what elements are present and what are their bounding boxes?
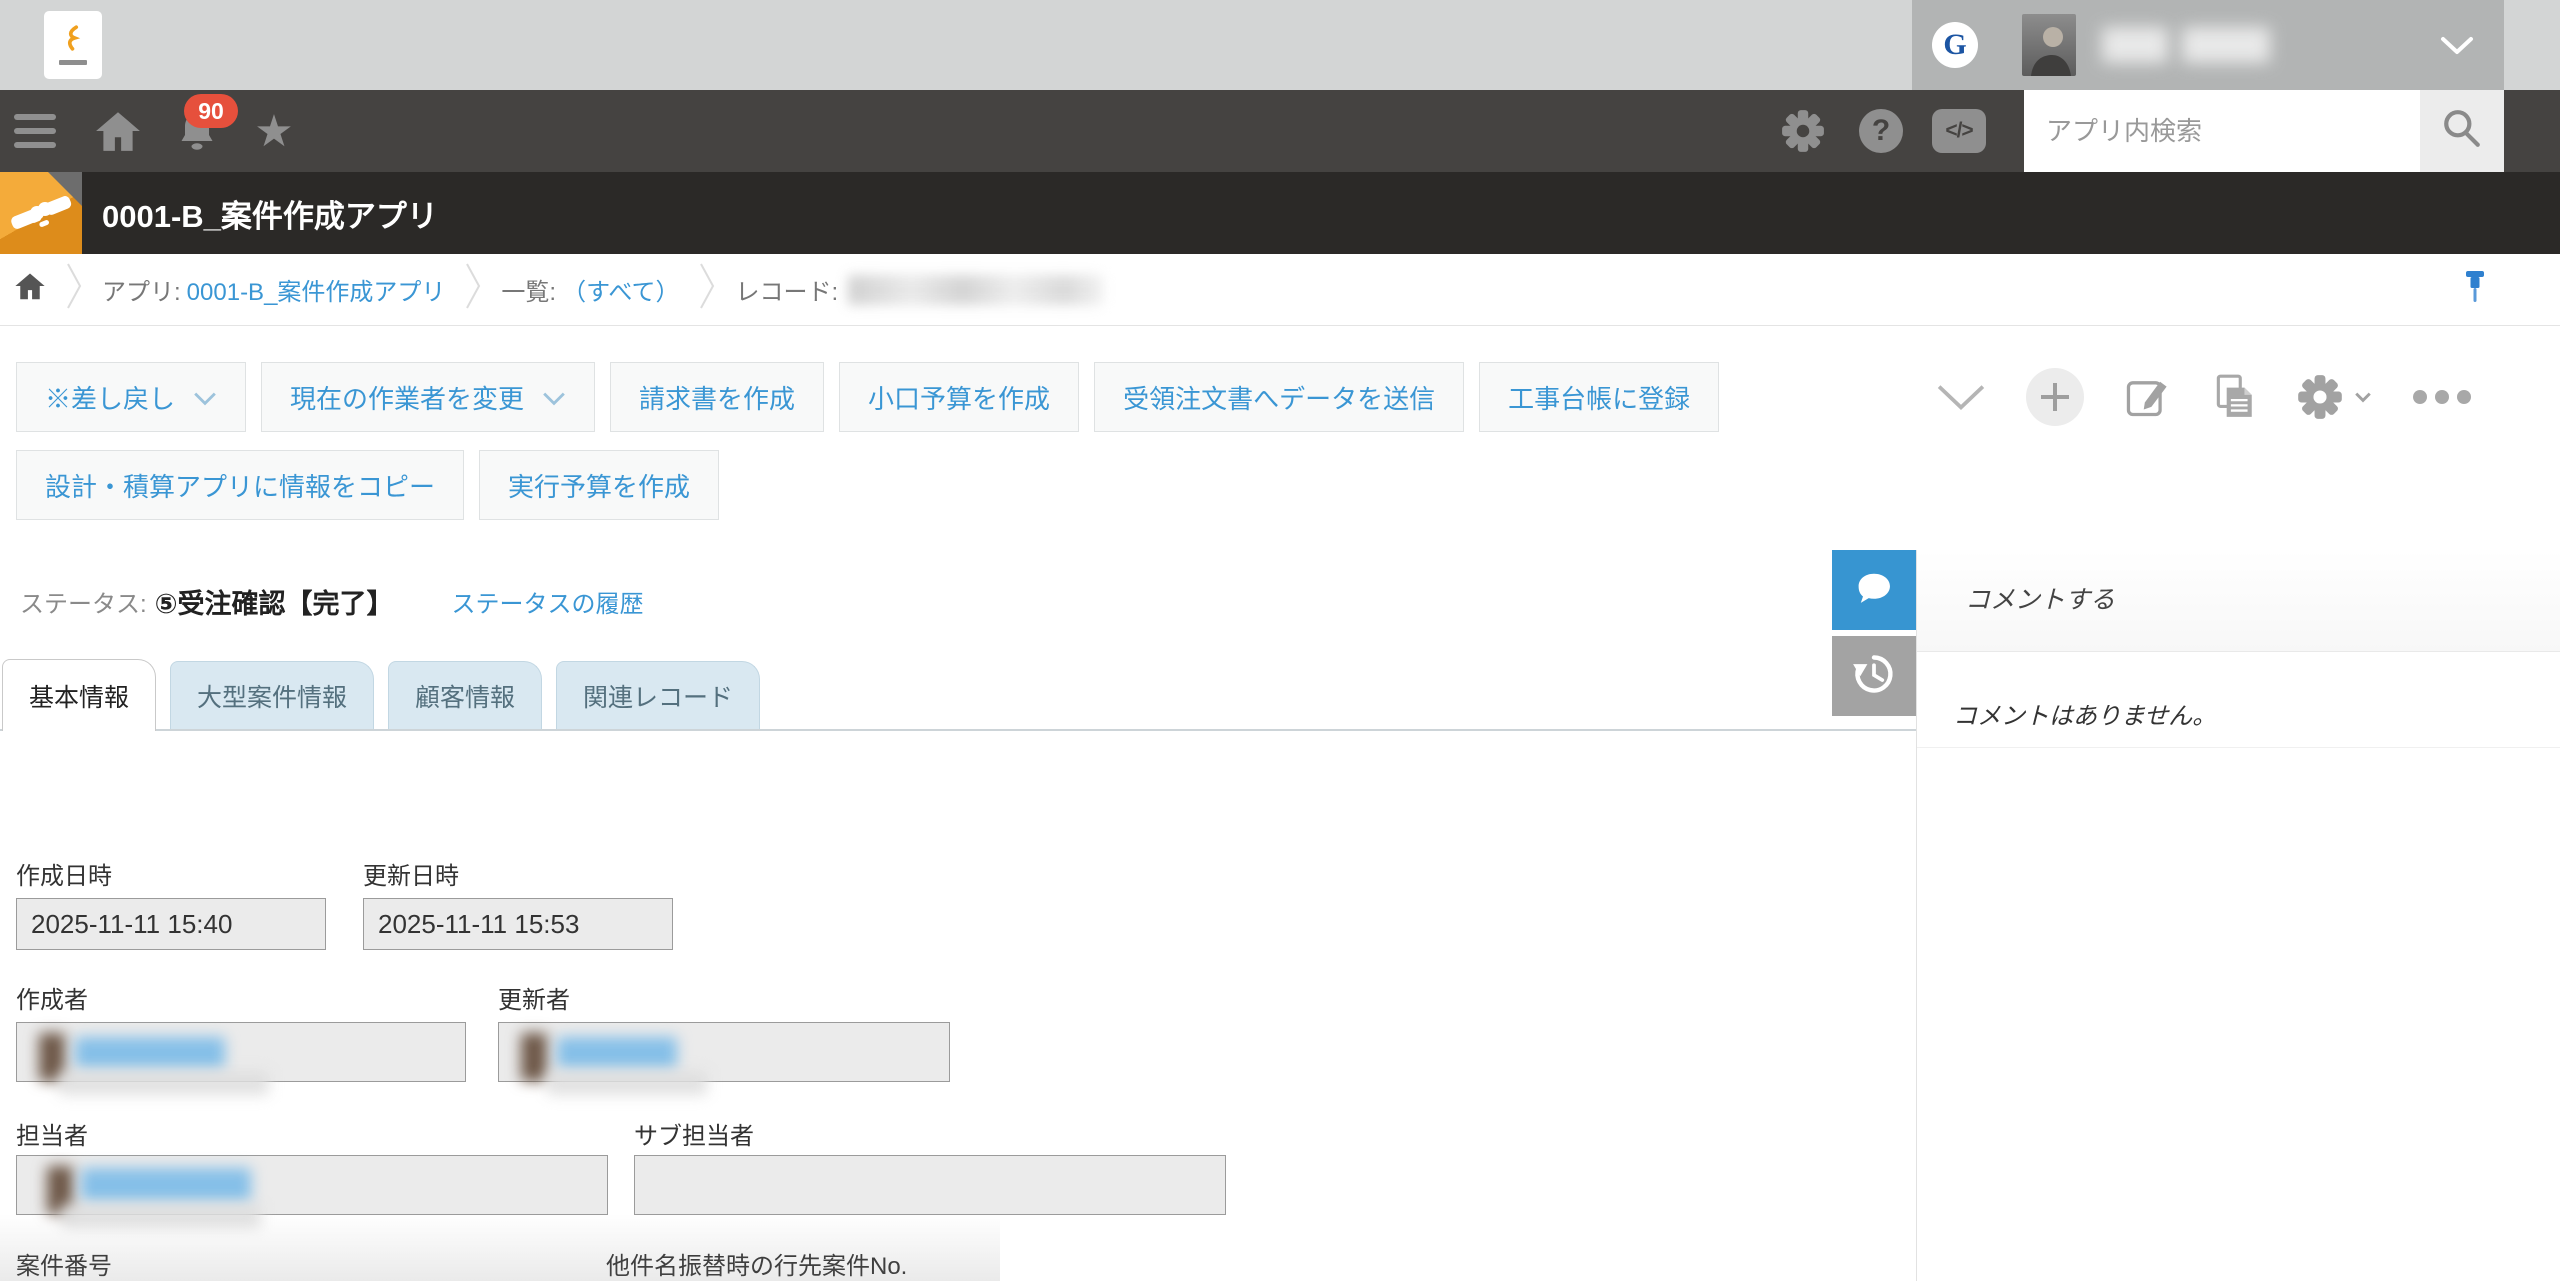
field-label-updated-datetime: 更新日時 [363, 856, 459, 891]
app-header-bar: 0001-B_案件作成アプリ [0, 172, 2560, 254]
breadcrumb: アプリ: 0001-B_案件作成アプリ 一覧: （すべて） レコード: [0, 254, 2560, 326]
hamburger-menu-icon[interactable] [12, 90, 58, 172]
app-title: 0001-B_案件作成アプリ [102, 172, 438, 254]
record-history-tab[interactable] [1832, 636, 1916, 716]
avatar [2022, 14, 2076, 76]
status-history-link[interactable]: ステータスの履歴 [452, 584, 644, 619]
breadcrumb-separator [699, 260, 715, 319]
tab-basic-info[interactable]: 基本情報 [2, 659, 156, 731]
record-settings-gear-icon[interactable] [2296, 373, 2372, 421]
duplicate-record-icon[interactable] [2211, 373, 2257, 421]
user-name-redacted[interactable] [557, 1037, 677, 1069]
tab-customer-info[interactable]: 顧客情報 [388, 661, 542, 729]
company-logo[interactable] [44, 11, 102, 79]
favorites-star-icon[interactable]: ★ [248, 90, 300, 172]
breadcrumb-separator [465, 260, 481, 319]
user-subtext-redacted [61, 1204, 261, 1228]
breadcrumb-record-label: レコード: [735, 272, 838, 307]
home-icon[interactable] [92, 90, 144, 172]
user-name-redacted[interactable] [81, 1168, 251, 1202]
field-label-sub-person-in-charge: サブ担当者 [634, 1116, 754, 1151]
comments-empty-state: コメントはありません。 [1917, 652, 2560, 748]
field-created-by [16, 1022, 466, 1082]
company-logo-icon [60, 25, 86, 56]
chevron-down-icon [2440, 36, 2474, 61]
field-label-created-datetime: 作成日時 [16, 856, 112, 891]
field-sub-person-in-charge [634, 1155, 1226, 1215]
user-menu[interactable]: G [1912, 0, 2504, 90]
field-updated-by [498, 1022, 950, 1082]
status-label: ステータス: [20, 584, 147, 619]
comments-sidebar: コメントする コメントはありません。 [1916, 550, 2560, 1281]
field-label-transfer-destination-no: 他件名振替時の行先案件No. [606, 1246, 907, 1281]
action-button-sashimodoshi[interactable]: ※差し戻し [16, 362, 246, 432]
field-label-updated-by: 更新者 [498, 980, 570, 1015]
tab-large-project-info[interactable]: 大型案件情報 [170, 661, 374, 729]
action-button-register-ledger[interactable]: 工事台帳に登録 [1479, 362, 1719, 432]
company-logo-text [59, 60, 87, 65]
user-subtext-redacted [59, 1071, 269, 1095]
breadcrumb-view-link[interactable]: （すべて） [562, 272, 679, 307]
record-toolbar [1916, 362, 2520, 432]
help-icon[interactable]: ? [1856, 90, 1906, 172]
status-row: ステータス: ⑤受注確認【完了】 ステータスの履歴 [20, 582, 644, 621]
field-person-in-charge [16, 1155, 608, 1215]
comment-compose-placeholder: コメントする [1965, 586, 2115, 614]
field-created-datetime: 2025-11-11 15:40 [16, 898, 326, 950]
field-value-updated-datetime: 2025-11-11 15:53 [364, 899, 672, 949]
action-button-change-assignee[interactable]: 現在の作業者を変更 [261, 362, 595, 432]
add-record-icon[interactable] [2026, 368, 2084, 426]
more-options-icon[interactable] [2412, 389, 2472, 405]
field-value-created-datetime: 2025-11-11 15:40 [17, 899, 325, 949]
breadcrumb-app-link[interactable]: 0001-B_案件作成アプリ [187, 272, 446, 307]
search-button[interactable] [2420, 90, 2504, 172]
notification-count-badge[interactable]: 90 [184, 94, 238, 128]
search-input[interactable] [2024, 90, 2420, 172]
chevron-down-icon [542, 382, 566, 413]
field-updated-datetime: 2025-11-11 15:53 [363, 898, 673, 950]
user-subtext-redacted [547, 1071, 707, 1095]
user-avatar-redacted [521, 1033, 547, 1081]
action-button-create-petty-budget[interactable]: 小口予算を作成 [839, 362, 1079, 432]
comments-empty-message: コメントはありません。 [1953, 703, 2216, 730]
record-tabs: 基本情報 大型案件情報 顧客情報 関連レコード [2, 659, 760, 731]
breadcrumb-view-label: 一覧: [501, 272, 556, 307]
screen: G 90 ★ ? </> [0, 0, 2560, 1281]
action-button-create-exec-budget[interactable]: 実行予算を作成 [479, 450, 719, 520]
comment-compose-area[interactable]: コメントする [1917, 550, 2560, 652]
edit-record-icon[interactable] [2123, 373, 2171, 421]
user-name-redacted [2102, 27, 2270, 63]
comments-panel-tab[interactable] [1832, 550, 1916, 630]
developer-code-icon[interactable]: </> [1930, 90, 1988, 172]
tab-related-records[interactable]: 関連レコード [556, 661, 760, 729]
search-icon [2441, 108, 2483, 155]
pin-icon[interactable] [2462, 270, 2488, 317]
history-clock-icon [1852, 652, 1896, 701]
google-account-icon: G [1932, 22, 1978, 68]
comment-bubble-icon [1852, 566, 1896, 615]
top-system-bar: G [0, 0, 2560, 90]
field-label-project-number: 案件番号 [16, 1246, 112, 1281]
collapse-chevron-icon[interactable] [1936, 382, 1986, 412]
global-nav-bar: 90 ★ ? </> [0, 90, 2560, 172]
breadcrumb-home-icon[interactable] [14, 271, 46, 308]
status-value: ⑤受注確認【完了】 [155, 582, 394, 621]
field-label-person-in-charge: 担当者 [16, 1116, 88, 1151]
chevron-down-icon [193, 382, 217, 413]
action-button-send-order-data[interactable]: 受領注文書へデータを送信 [1094, 362, 1464, 432]
action-button-create-invoice[interactable]: 請求書を作成 [610, 362, 824, 432]
breadcrumb-app-label: アプリ: [102, 272, 181, 307]
breadcrumb-separator [66, 260, 82, 319]
user-name-redacted[interactable] [75, 1037, 225, 1069]
settings-gear-icon[interactable] [1778, 90, 1828, 172]
app-handshake-icon[interactable] [0, 172, 82, 254]
app-search [2024, 90, 2420, 172]
action-button-copy-to-estimate-app[interactable]: 設計・積算アプリに情報をコピー [16, 450, 464, 520]
field-label-created-by: 作成者 [16, 980, 88, 1015]
record-action-buttons: ※差し戻し 現在の作業者を変更 請求書を作成 小口予算を作成 受領注文書へデータ… [16, 362, 1896, 520]
record-id-redacted [848, 275, 1103, 305]
